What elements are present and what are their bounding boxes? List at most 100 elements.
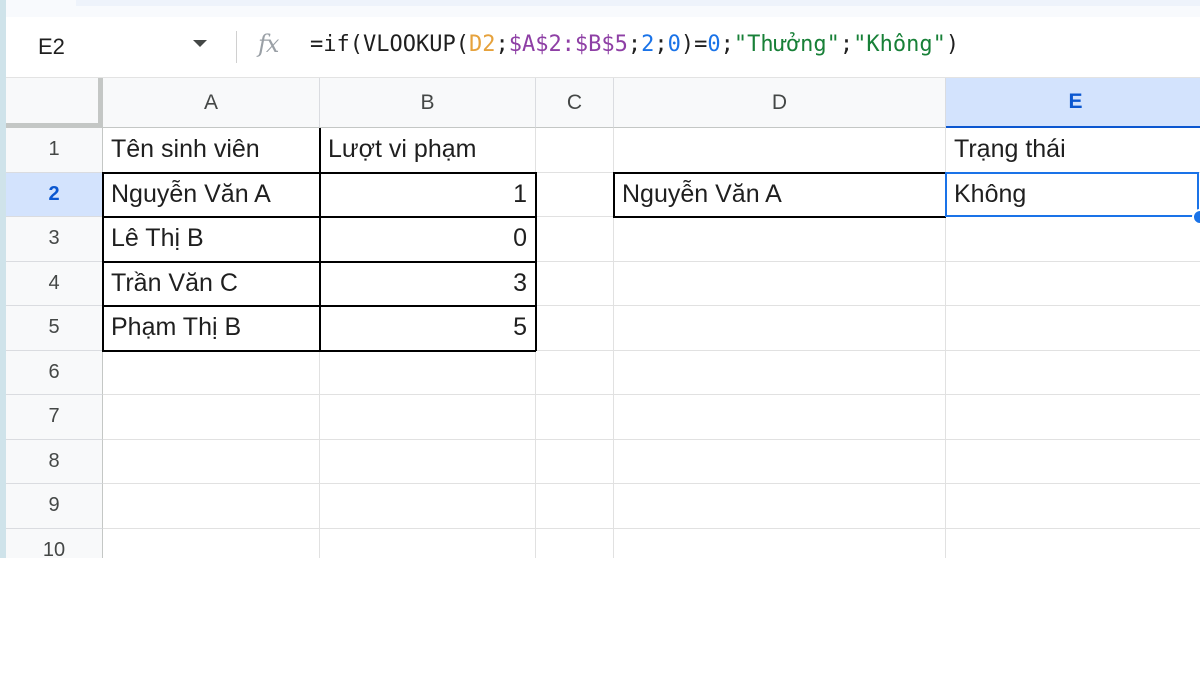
- cell-a2[interactable]: Nguyễn Văn A: [103, 172, 320, 217]
- toolbar-strip: [6, 0, 1200, 17]
- cell-a7[interactable]: [103, 395, 320, 440]
- row-header-10[interactable]: 10: [6, 528, 103, 558]
- cell-d2[interactable]: Nguyễn Văn A: [614, 172, 946, 217]
- formula-token: ;: [720, 32, 734, 57]
- cell-e3[interactable]: [946, 217, 1200, 262]
- formula-token: )=: [680, 32, 708, 57]
- formula-token: $A$2:$B$5: [508, 32, 628, 57]
- column-header-a[interactable]: A: [103, 78, 320, 128]
- formula-input[interactable]: =if(VLOOKUP(D2;$A$2:$B$5;2;0)=0;"Thưởng"…: [310, 32, 959, 57]
- cell-a5[interactable]: Phạm Thị B: [103, 306, 320, 351]
- fx-icon: fx: [258, 30, 279, 58]
- cell-e10[interactable]: [946, 529, 1200, 559]
- cell-c10[interactable]: [536, 528, 614, 558]
- cell-b1[interactable]: Lượt vi phạm: [320, 128, 536, 173]
- cell-d9[interactable]: [614, 484, 946, 529]
- formula-token: "Thưởng": [733, 32, 840, 57]
- sheet-grid: A B C D E 1 Tên sinh viên Lượt vi phạm Trạng thá…: [6, 78, 1200, 558]
- cell-d8[interactable]: [614, 439, 946, 484]
- formula-token: ;: [654, 32, 668, 57]
- formula-token: 0: [707, 32, 721, 57]
- formula-bar-divider: [236, 31, 237, 63]
- table-border-row-4: [102, 260, 536, 263]
- cell-c1[interactable]: [536, 128, 614, 173]
- cell-c5[interactable]: [536, 306, 614, 351]
- cell-e9[interactable]: [946, 484, 1200, 529]
- column-header-c[interactable]: C: [536, 78, 614, 128]
- cell-c9[interactable]: [536, 484, 614, 529]
- cell-b4[interactable]: 3: [320, 261, 536, 306]
- cell-a3[interactable]: Lê Thị B: [103, 217, 320, 262]
- row-header-8[interactable]: 8: [6, 439, 103, 484]
- row-header-7[interactable]: 7: [6, 395, 103, 440]
- table-border-divider-ab: [319, 128, 321, 351]
- cell-d6[interactable]: [614, 350, 946, 395]
- cell-d1[interactable]: [614, 128, 946, 173]
- table-border-row-3: [102, 216, 536, 218]
- cell-e8[interactable]: [946, 440, 1200, 484]
- column-header-e[interactable]: E: [946, 78, 1200, 128]
- cell-b6[interactable]: [320, 350, 536, 395]
- lookup-border-bottom: [613, 216, 946, 218]
- row-header-4[interactable]: 4: [6, 261, 103, 306]
- cell-a8[interactable]: [103, 439, 320, 484]
- table-border-row-5: [102, 305, 536, 307]
- row-header-1[interactable]: 1: [6, 128, 103, 173]
- cell-a6[interactable]: [103, 350, 320, 395]
- formula-bar: E2 fx =if(VLOOKUP(D2;$A$2:$B$5;2;0)=0;"T…: [6, 17, 1200, 78]
- table-border-row-2: [102, 171, 536, 174]
- cell-c6[interactable]: [536, 350, 614, 395]
- column-header-d[interactable]: D: [614, 78, 946, 128]
- column-header-b[interactable]: B: [320, 78, 536, 128]
- formula-token: ;: [627, 32, 642, 57]
- formula-token: "Không": [853, 32, 946, 57]
- lookup-border-top: [613, 171, 946, 174]
- cell-c2[interactable]: [536, 172, 614, 217]
- row-header-6[interactable]: 6: [6, 350, 103, 395]
- name-box[interactable]: E2: [38, 34, 65, 60]
- cell-c4[interactable]: [536, 261, 614, 306]
- formula-token: 2: [641, 32, 655, 57]
- row-header-9[interactable]: 9: [6, 484, 103, 529]
- cell-d4[interactable]: [614, 261, 946, 306]
- cell-a1[interactable]: Tên sinh viên: [103, 128, 320, 173]
- formula-token: ;: [839, 32, 854, 57]
- cell-a4[interactable]: Trần Văn C: [103, 261, 320, 306]
- formula-token: ): [945, 32, 960, 57]
- cell-e7[interactable]: [946, 395, 1200, 440]
- formula-token: 0: [667, 32, 681, 57]
- formula-token: =if(VLOOKUP(: [310, 32, 469, 57]
- cell-a9[interactable]: [103, 484, 320, 529]
- cell-c8[interactable]: [536, 439, 614, 484]
- formula-token: D2: [468, 32, 496, 57]
- cell-b7[interactable]: [320, 395, 536, 440]
- lookup-border-left: [613, 171, 615, 217]
- select-all-corner[interactable]: [6, 78, 103, 128]
- toolbar-accent: [76, 0, 1200, 6]
- row-header-2[interactable]: 2: [6, 172, 103, 217]
- cell-e6[interactable]: [946, 351, 1200, 395]
- table-border-bottom: [102, 349, 536, 352]
- cell-d10[interactable]: [614, 528, 946, 558]
- cell-b9[interactable]: [320, 484, 536, 529]
- cell-b3[interactable]: 0: [320, 217, 536, 262]
- cell-e5[interactable]: [946, 306, 1200, 351]
- cell-e4[interactable]: [946, 262, 1200, 306]
- spreadsheet-window: E2 fx =if(VLOOKUP(D2;$A$2:$B$5;2;0)=0;"T…: [0, 0, 1200, 558]
- cell-b2[interactable]: 1: [320, 172, 536, 217]
- cell-b8[interactable]: [320, 439, 536, 484]
- cell-b10[interactable]: [320, 528, 536, 558]
- cell-a10[interactable]: [103, 528, 320, 558]
- row-header-3[interactable]: 3: [6, 217, 103, 262]
- row-header-5[interactable]: 5: [6, 306, 103, 351]
- cell-d5[interactable]: [614, 306, 946, 351]
- cell-e1[interactable]: Trạng thái: [946, 128, 1200, 173]
- cell-d3[interactable]: [614, 217, 946, 262]
- cell-c3[interactable]: [536, 217, 614, 262]
- cell-d7[interactable]: [614, 395, 946, 440]
- selected-cell-outline: [945, 171, 1199, 217]
- formula-token: ;: [495, 32, 509, 57]
- cell-c7[interactable]: [536, 395, 614, 440]
- name-box-dropdown-icon[interactable]: [193, 40, 207, 47]
- cell-b5[interactable]: 5: [320, 306, 536, 351]
